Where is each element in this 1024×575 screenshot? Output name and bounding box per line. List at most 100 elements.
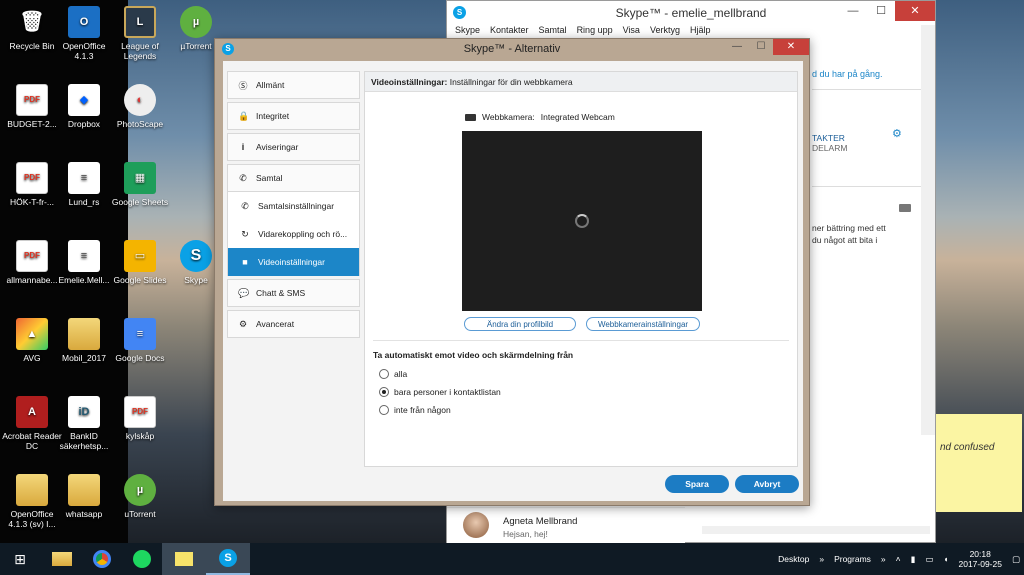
desktop-icon-dropbox[interactable]: ◆ Dropbox [52, 84, 116, 129]
horizontal-scrollbar[interactable] [702, 526, 930, 534]
clock[interactable]: 20:18 2017-09-25 [958, 549, 1001, 569]
desktop-icon-league[interactable]: L League of Legends [108, 6, 172, 61]
taskbar-skype[interactable]: S [206, 543, 250, 575]
panel-header: Videoinställningar: Inställningar för di… [365, 72, 797, 92]
icon-label: Google Slides [113, 275, 167, 285]
contact-name: Agneta Mellbrand [503, 516, 578, 527]
desktop-toolbar[interactable]: Desktop [778, 554, 809, 564]
folder-icon [16, 474, 48, 506]
webcam-label: Webbkamera: [482, 112, 535, 122]
notifications-icon[interactable]: ▢ [1012, 554, 1020, 565]
panel-header-title: Videoinställningar: [371, 77, 448, 87]
bankid-icon: iD [68, 396, 100, 428]
save-button[interactable]: Spara [665, 475, 729, 493]
nav-vidarekoppling[interactable]: ↻ Vidarekoppling och rö... [227, 220, 360, 248]
nav-avancerat[interactable]: ⚙ Avancerat [227, 310, 360, 338]
mood-message[interactable]: d du har på gång. [812, 69, 883, 79]
icon-label: Lund_rs [68, 197, 100, 207]
phone-icon: ✆ [241, 200, 249, 211]
sticky-note[interactable]: nd confused [936, 414, 1022, 512]
video-camera-icon [465, 113, 476, 121]
desktop-icon-bankid[interactable]: iD BankID säkerhetsp... [52, 396, 116, 451]
video-icon [899, 204, 911, 212]
chevron-up-icon[interactable]: ˄ [896, 554, 901, 564]
taskbar: ⊞ S Desktop » Programs » ˄ ▮ ▭ ◖ 20:18 20… [0, 543, 1024, 575]
start-button[interactable]: ⊞ [0, 543, 40, 575]
radio-none[interactable] [379, 405, 389, 415]
network-icon[interactable]: ▮ [911, 554, 916, 565]
google-docs-icon: ≡ [124, 318, 156, 350]
desktop-icon-google-slides[interactable]: ▭ Google Slides [108, 240, 172, 285]
battery-icon[interactable]: ▭ [925, 554, 933, 565]
scrollbar[interactable] [921, 25, 935, 435]
nav-chatt[interactable]: 💬 Chatt & SMS [227, 279, 360, 307]
skype-main-titlebar[interactable]: S Skype™ - emelie_mellbrand — ☐ ✕ [447, 1, 935, 25]
icon-label: AVG [23, 353, 41, 363]
contacts-link[interactable]: TAKTER [812, 133, 845, 143]
nav-samtal[interactable]: ✆ Samtal [227, 164, 360, 192]
minimize-button[interactable]: — [839, 1, 867, 21]
windows-icon: ⊞ [14, 550, 26, 567]
desktop-icon-openoffice[interactable]: O OpenOffice 4.1.3 [52, 6, 116, 61]
cancel-button[interactable]: Avbryt [735, 475, 799, 493]
volume-icon[interactable]: ◖ [943, 554, 948, 564]
programs-toolbar[interactable]: Programs [834, 554, 871, 564]
desktop-icon-google-sheets[interactable]: ▦ Google Sheets [108, 162, 172, 207]
nav-allmant[interactable]: Ⓢ Allmänt [227, 71, 360, 99]
nav-videoinstallningar[interactable]: ■ Videoinställningar [227, 248, 360, 276]
nav-samtalsinstallningar[interactable]: ✆ Samtalsinställningar [227, 192, 360, 220]
menu-ring-upp[interactable]: Ring upp [577, 25, 613, 39]
menu-kontakter[interactable]: Kontakter [490, 25, 529, 39]
chevron-right-icon[interactable]: » [819, 554, 824, 564]
options-titlebar[interactable]: S Skype™ - Alternativ — ☐ ✕ [215, 39, 809, 59]
webcam-settings-button[interactable]: Webbkamerainställningar [586, 317, 700, 331]
radio-row-contacts[interactable]: bara personer i kontaktlistan [379, 387, 501, 397]
divider [812, 186, 934, 187]
skype-logo-icon: S [222, 43, 234, 55]
maximize-button[interactable]: ☐ [867, 1, 895, 21]
contact-list-item[interactable]: Agneta Mellbrand Hejsan, hej! [447, 507, 685, 543]
menu-verktyg[interactable]: Verktyg [650, 25, 680, 39]
desktop-icon-emelie[interactable]: ≡ Emelie.Mell... [52, 240, 116, 285]
menu-samtal[interactable]: Samtal [539, 25, 567, 39]
loading-spinner-icon [575, 214, 589, 228]
chevron-right-icon[interactable]: » [881, 554, 886, 564]
radio-row-all[interactable]: alla [379, 369, 407, 379]
desktop-icon-mobil[interactable]: Mobil_2017 [52, 318, 116, 363]
taskbar-spotify[interactable] [122, 543, 162, 575]
panel-header-text: Inställningar för din webbkamera [447, 77, 573, 87]
menu-visa[interactable]: Visa [623, 25, 640, 39]
nav-aviseringar[interactable]: i Aviseringar [227, 133, 360, 161]
nav-label: Videoinställningar [258, 257, 325, 267]
change-profile-picture-button[interactable]: Ändra din profilbild [464, 317, 576, 331]
gear-icon[interactable]: ⚙ [892, 127, 902, 140]
desktop-icon-kylskap[interactable]: PDF kylskåp [108, 396, 172, 441]
avg-icon: ▲ [16, 318, 48, 350]
notes-icon [175, 552, 193, 566]
close-button[interactable]: ✕ [773, 39, 809, 55]
taskbar-notes[interactable] [162, 543, 206, 575]
icon-label: Google Docs [115, 353, 165, 363]
desktop-icon-whatsapp[interactable]: whatsapp [52, 474, 116, 519]
folder-icon [52, 552, 72, 566]
nav-label: Integritet [256, 111, 290, 121]
taskbar-chrome[interactable] [82, 543, 122, 575]
desktop-icon-lund[interactable]: ≡ Lund_rs [52, 162, 116, 207]
pdf-icon: PDF [16, 162, 48, 194]
radio-all[interactable] [379, 369, 389, 379]
minimize-button[interactable]: — [725, 39, 749, 55]
nav-integritet[interactable]: 🔒 Integritet [227, 102, 360, 130]
skype-menubar: Skype Kontakter Samtal Ring upp Visa Ver… [447, 25, 935, 39]
maximize-button[interactable]: ☐ [749, 39, 773, 55]
desktop-icon-photoscape[interactable]: ◐ PhotoScape [108, 84, 172, 129]
options-dialog[interactable]: S Skype™ - Alternativ — ☐ ✕ Ⓢ Allmänt 🔒 In… [214, 38, 810, 506]
close-button[interactable]: ✕ [895, 1, 935, 21]
menu-skype[interactable]: Skype [455, 25, 480, 39]
menu-hjalp[interactable]: Hjälp [690, 25, 711, 39]
taskbar-explorer[interactable] [42, 543, 82, 575]
radio-row-none[interactable]: inte från någon [379, 405, 451, 415]
desktop-icon-utorrent-2[interactable]: µ uTorrent [108, 474, 172, 519]
alarm-link[interactable]: DELARM [812, 143, 847, 153]
desktop-icon-google-docs[interactable]: ≡ Google Docs [108, 318, 172, 363]
radio-contacts[interactable] [379, 387, 389, 397]
